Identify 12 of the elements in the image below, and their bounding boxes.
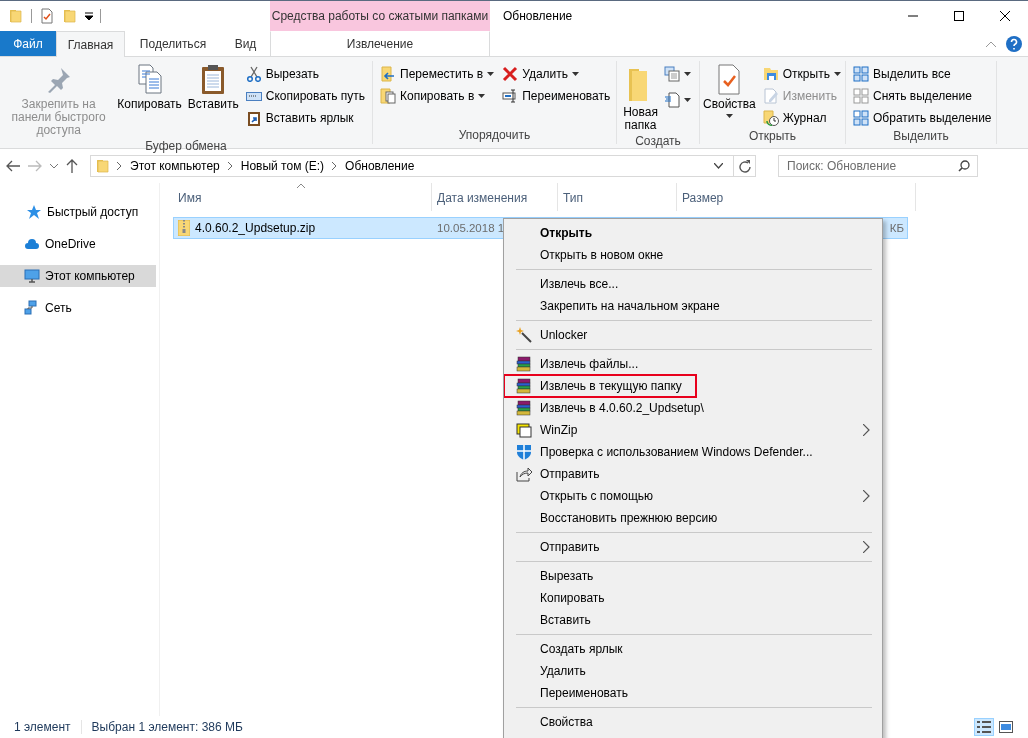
group-label: Открыть <box>747 129 798 144</box>
item-count: 1 элемент <box>14 720 71 734</box>
date-cell: 10.05.2018 1 <box>437 222 505 234</box>
size-cell: КБ <box>889 222 904 234</box>
tab-group-header: Средства работы со сжатыми папками <box>270 1 490 31</box>
window-title: Обновление <box>502 8 574 25</box>
group-label: Буфер обмена <box>144 139 228 153</box>
group-label: Упорядочить <box>457 128 532 144</box>
selection-info: Выбран 1 элемент: 386 МБ <box>91 720 243 734</box>
file-name: 4.0.60.2_Updsetup.zip <box>195 221 316 235</box>
group-label: Создать <box>634 134 682 148</box>
group-label: Выделить <box>892 129 950 144</box>
